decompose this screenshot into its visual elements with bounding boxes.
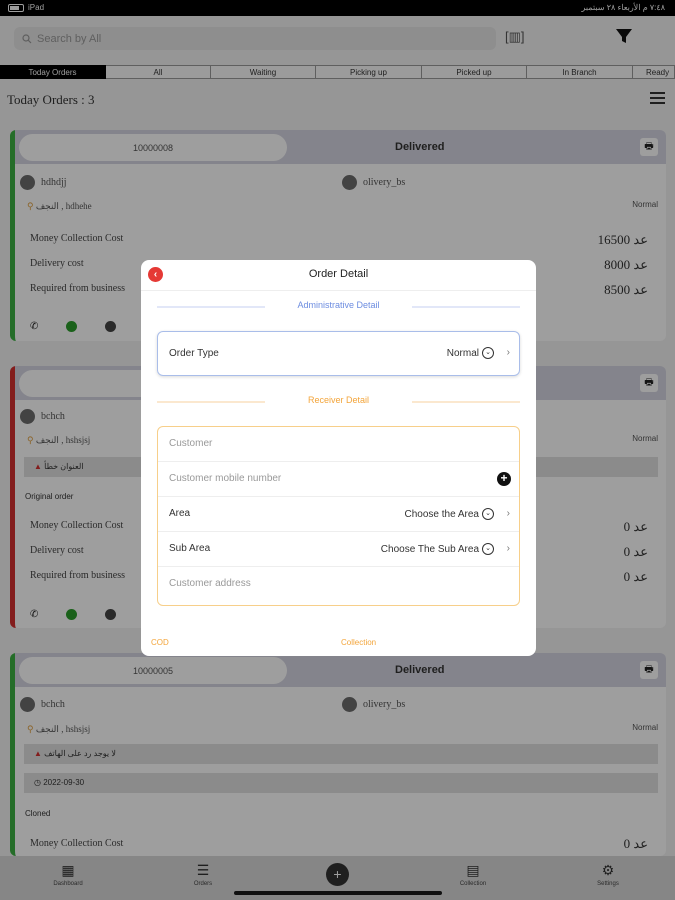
divider bbox=[141, 290, 536, 291]
receiver-form: Customer Customer mobile number + Area Ch… bbox=[157, 426, 520, 606]
receiver-section-header: Receiver Detail bbox=[157, 395, 520, 407]
chevron-down-icon: ⌄ bbox=[482, 347, 494, 359]
add-icon[interactable]: + bbox=[497, 472, 511, 486]
customer-placeholder: Customer bbox=[169, 438, 213, 449]
order-type-select[interactable]: Order Type Normal ⌄ › bbox=[157, 331, 520, 376]
mobile-field[interactable]: Customer mobile number + bbox=[158, 462, 519, 497]
chevron-right-icon: › bbox=[506, 508, 510, 519]
chevron-right-icon: › bbox=[506, 543, 510, 554]
admin-section-title: Administrative Detail bbox=[297, 300, 380, 310]
address-placeholder: Customer address bbox=[169, 578, 251, 589]
collection-label: Collection bbox=[341, 638, 377, 647]
chevron-right-icon: › bbox=[506, 347, 510, 358]
modal-title: Order Detail bbox=[308, 268, 369, 280]
order-type-value: Normal bbox=[446, 347, 479, 359]
area-value: Choose the Area bbox=[404, 508, 480, 520]
subarea-label: Sub Area bbox=[169, 543, 211, 554]
receiver-section-title: Receiver Detail bbox=[307, 395, 370, 405]
order-type-value-wrap: Normal ⌄ bbox=[447, 347, 494, 359]
order-type-label: Order Type bbox=[169, 348, 219, 359]
chevron-down-icon: ⌄ bbox=[482, 543, 494, 555]
subarea-value: Choose The Sub Area bbox=[380, 543, 479, 555]
subarea-select[interactable]: Sub Area Choose The Sub Area ⌄ › bbox=[158, 532, 519, 567]
home-indicator[interactable] bbox=[234, 891, 442, 895]
area-select[interactable]: Area Choose the Area ⌄ › bbox=[158, 497, 519, 532]
address-field[interactable]: Customer address bbox=[158, 567, 519, 602]
mobile-placeholder: Customer mobile number bbox=[169, 473, 282, 484]
area-value-wrap: Choose the Area ⌄ bbox=[404, 508, 494, 520]
admin-section-header: Administrative Detail bbox=[157, 300, 520, 312]
subarea-value-wrap: Choose The Sub Area ⌄ bbox=[381, 543, 494, 555]
customer-field[interactable]: Customer bbox=[158, 427, 519, 462]
cod-label: COD bbox=[151, 638, 169, 647]
area-label: Area bbox=[169, 508, 191, 519]
order-detail-modal: ‹ Order Detail Administrative Detail Ord… bbox=[141, 260, 536, 656]
chevron-down-icon: ⌄ bbox=[482, 508, 494, 520]
